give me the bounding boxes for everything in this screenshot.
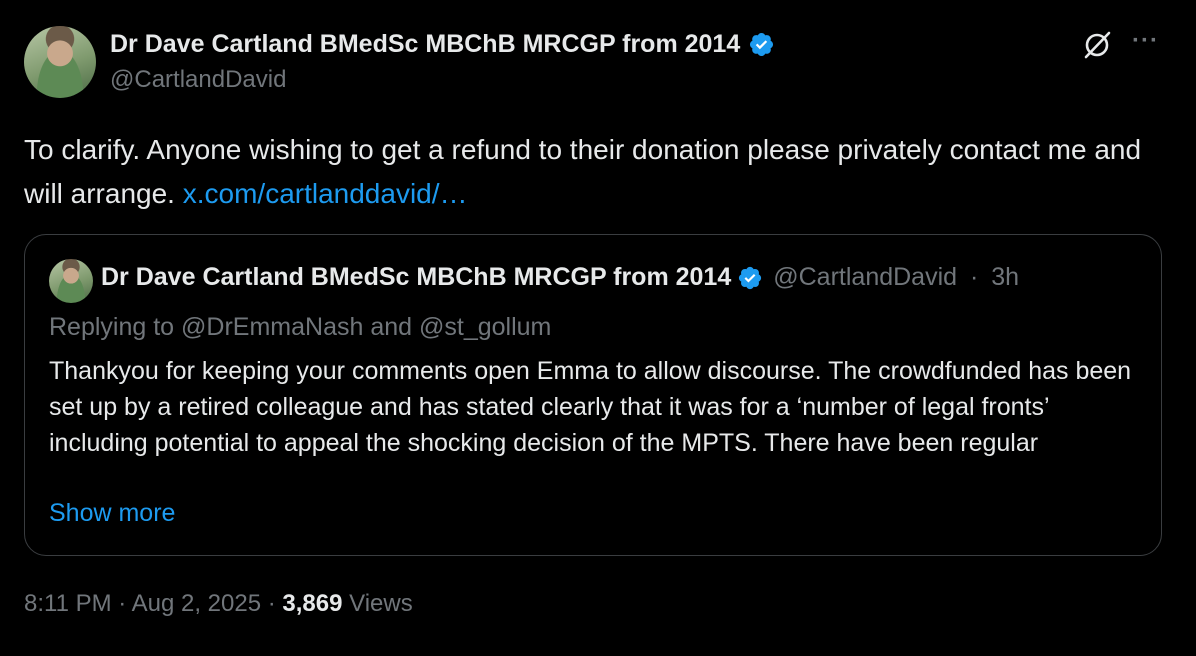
- grok-icon[interactable]: [1082, 30, 1112, 60]
- reply-handle-1[interactable]: @DrEmmaNash: [181, 313, 363, 341]
- tweet-date[interactable]: Aug 2, 2025: [132, 590, 261, 617]
- quoted-text: Thankyou for keeping your comments open …: [49, 357, 1132, 457]
- author-handle[interactable]: @CartlandDavid: [110, 66, 286, 94]
- meta-separator: ·: [261, 590, 283, 617]
- author-avatar[interactable]: [24, 26, 96, 98]
- quoted-author-name[interactable]: Dr Dave Cartland BMedSc MBChB MRCGP from…: [101, 263, 731, 292]
- quoted-tweet[interactable]: Dr Dave Cartland BMedSc MBChB MRCGP from…: [24, 234, 1162, 556]
- quoted-header: Dr Dave Cartland BMedSc MBChB MRCGP from…: [101, 263, 1019, 292]
- quoted-dot-separator: ·: [963, 263, 986, 291]
- author-display-name[interactable]: Dr Dave Cartland BMedSc MBChB MRCGP from…: [110, 30, 740, 59]
- tweet: Dr Dave Cartland BMedSc MBChB MRCGP from…: [0, 0, 1196, 656]
- author-name-row[interactable]: Dr Dave Cartland BMedSc MBChB MRCGP from…: [110, 30, 775, 59]
- reply-and: and: [363, 313, 419, 341]
- verified-badge-icon: [739, 266, 762, 289]
- show-more-link[interactable]: Show more: [49, 499, 175, 528]
- meta-separator: ·: [111, 590, 132, 617]
- quoted-age[interactable]: 3h: [991, 263, 1019, 292]
- replying-prefix: Replying to: [49, 313, 182, 341]
- views-label: Views: [349, 590, 413, 617]
- tweet-time[interactable]: 8:11 PM: [24, 590, 112, 617]
- tweet-link[interactable]: x.com/cartlanddavid/…: [183, 178, 468, 209]
- quoted-author-handle[interactable]: @CartlandDavid: [773, 263, 957, 292]
- verified-badge-icon: [750, 32, 774, 57]
- replying-to: Replying to @DrEmmaNash and @st_gollum: [49, 313, 551, 342]
- tweet-meta: 8:11 PM · Aug 2, 2025 · 3,869 Views: [24, 590, 413, 618]
- quoted-author-avatar[interactable]: [49, 259, 93, 303]
- tweet-text: To clarify. Anyone wishing to get a refu…: [24, 128, 1174, 216]
- more-icon[interactable]: ···: [1132, 29, 1164, 55]
- reply-handle-2[interactable]: @st_gollum: [419, 313, 551, 341]
- views-count: 3,869: [282, 590, 343, 617]
